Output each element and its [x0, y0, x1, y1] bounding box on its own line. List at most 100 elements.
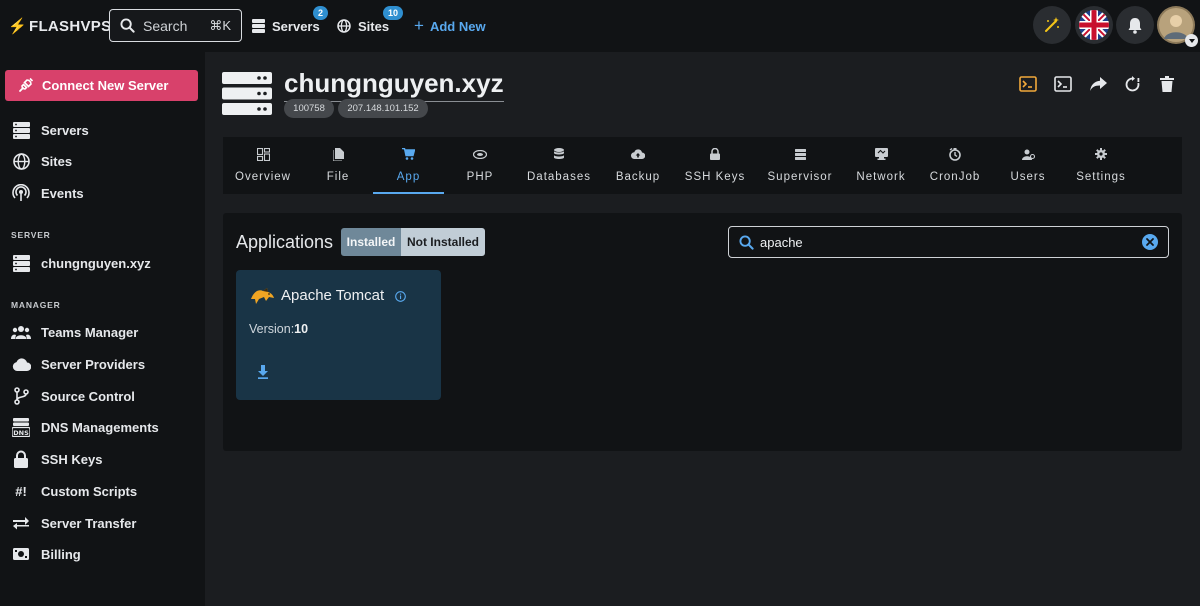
sidebar-item-sites[interactable]: Sites: [11, 150, 72, 172]
nav-servers[interactable]: Servers 2: [252, 0, 329, 52]
version-value: 10: [294, 322, 309, 336]
tab-label: CronJob: [929, 171, 981, 183]
servers-icon: [11, 253, 31, 273]
tab-cronjob[interactable]: CronJob: [930, 137, 980, 194]
cloud-icon: [11, 354, 31, 374]
tab-supervisor[interactable]: Supervisor: [768, 137, 832, 194]
sites-label: Sites: [358, 18, 390, 34]
terminal-button[interactable]: [1053, 74, 1073, 94]
broadcast-icon: [11, 183, 31, 203]
terminal-icon: [1054, 76, 1072, 92]
sidebar-item-label: Server Transfer: [41, 515, 137, 531]
sidebar-item-dns-managements[interactable]: DNS DNS Managements: [11, 416, 159, 438]
search-shortcut: ⌘K: [209, 17, 231, 33]
sidebar-item-custom-scripts[interactable]: #! Custom Scripts: [11, 480, 137, 502]
sidebar-item-label: Custom Scripts: [41, 483, 138, 499]
filter-not-installed-button[interactable]: Not Installed: [401, 228, 485, 256]
sidebar-item-servers[interactable]: Servers: [11, 119, 89, 141]
app-search-field[interactable]: [728, 226, 1169, 258]
notifications-button[interactable]: [1116, 6, 1154, 44]
tab-ssh-keys[interactable]: SSH Keys: [685, 137, 744, 194]
sidebar-item-label: Sites: [41, 153, 73, 169]
git-branch-icon: [11, 386, 31, 406]
share-button[interactable]: [1088, 74, 1108, 94]
servers-label: Servers: [272, 18, 320, 34]
server-ip-badge: 207.148.101.152: [338, 99, 428, 118]
uk-flag-icon: [1079, 10, 1109, 40]
users-icon: [1021, 147, 1035, 161]
tab-label: Databases: [527, 171, 591, 183]
sidebar-item-ssh-keys[interactable]: SSH Keys: [11, 448, 102, 470]
share-arrow-icon: [1089, 77, 1107, 91]
sidebar-item-label: Servers: [41, 122, 89, 138]
sidebar: Connect New Server Servers Sites Events …: [0, 52, 205, 606]
applications-panel: Applications Installed Not Installed Apa…: [223, 213, 1182, 451]
delete-button[interactable]: [1157, 74, 1177, 94]
sidebar-item-label: Server Providers: [41, 356, 146, 372]
database-icon: [554, 147, 564, 161]
sidebar-item-source-control[interactable]: Source Control: [11, 385, 135, 407]
tab-file[interactable]: File: [323, 137, 353, 194]
nav-sites[interactable]: Sites 10: [337, 0, 404, 52]
file-icon: [332, 147, 344, 161]
applications-title: Applications: [236, 232, 334, 252]
console-button[interactable]: [1018, 74, 1038, 94]
plus-icon: +: [414, 16, 424, 35]
sidebar-item-billing[interactable]: Billing: [11, 543, 81, 565]
sidebar-item-current-server[interactable]: chungnguyen.xyz: [11, 252, 151, 274]
tab-settings[interactable]: Settings: [1076, 137, 1126, 194]
sidebar-item-label: chungnguyen.xyz: [41, 255, 151, 271]
sites-count-badge: 10: [383, 6, 404, 20]
user-avatar[interactable]: [1157, 6, 1198, 47]
tab-label: Supervisor: [767, 171, 833, 183]
theme-toggle-button[interactable]: [1033, 6, 1071, 44]
bell-icon: [1127, 17, 1143, 34]
globe-icon: [11, 151, 31, 171]
add-new-button[interactable]: + Add New: [414, 0, 486, 52]
clear-search-icon[interactable]: [1142, 234, 1158, 250]
plug-icon: [17, 77, 42, 94]
tab-backup[interactable]: Backup: [615, 137, 661, 194]
cart-icon: [402, 147, 415, 161]
sidebar-item-label: Events: [41, 185, 84, 201]
filter-installed-button[interactable]: Installed: [341, 228, 401, 256]
global-search[interactable]: Search ⌘K: [109, 9, 242, 42]
network-icon: [874, 147, 888, 161]
tab-overview[interactable]: Overview: [235, 137, 290, 194]
tab-network[interactable]: Network: [856, 137, 906, 194]
tab-app[interactable]: App: [373, 137, 444, 194]
language-button[interactable]: [1075, 6, 1113, 44]
info-icon[interactable]: [395, 291, 406, 302]
restart-icon: [1124, 75, 1141, 93]
svg-text:DNS: DNS: [13, 428, 29, 436]
app-search-input[interactable]: [760, 234, 1142, 250]
tab-label: Backup: [615, 171, 661, 183]
sidebar-item-teams-manager[interactable]: Teams Manager: [11, 321, 138, 343]
sidebar-item-label: Teams Manager: [41, 324, 139, 340]
tab-label: File: [326, 171, 350, 183]
servers-icon: [252, 19, 265, 33]
lock-icon: [11, 449, 31, 469]
sidebar-item-server-providers[interactable]: Server Providers: [11, 353, 145, 375]
sidebar-item-events[interactable]: Events: [11, 182, 84, 204]
restart-button[interactable]: [1122, 74, 1142, 94]
brand-logo[interactable]: ⚡ FLASHVPS: [8, 17, 112, 36]
server-section-heading: SERVER: [11, 230, 51, 240]
php-icon: [473, 147, 487, 161]
tab-php[interactable]: PHP: [465, 137, 495, 194]
tab-users[interactable]: Users: [1010, 137, 1046, 194]
app-card-apache-tomcat[interactable]: Apache Tomcat Version:10: [236, 270, 441, 400]
page-title: chungnguyen.xyz: [284, 68, 504, 102]
tomcat-logo-icon: [249, 285, 275, 305]
globe-icon: [337, 19, 351, 33]
sidebar-item-server-transfer[interactable]: Server Transfer: [11, 512, 136, 534]
tab-label: Network: [856, 171, 906, 183]
download-icon[interactable]: [257, 365, 269, 379]
tab-databases[interactable]: Databases: [527, 137, 591, 194]
settings-icon: [1095, 147, 1107, 161]
chevron-down-icon[interactable]: [1185, 34, 1198, 47]
connect-new-server-button[interactable]: Connect New Server: [5, 70, 198, 101]
dns-icon: DNS: [11, 417, 31, 437]
tab-label: Users: [1010, 171, 1046, 183]
brand-name: FLASHVPS: [28, 17, 112, 35]
